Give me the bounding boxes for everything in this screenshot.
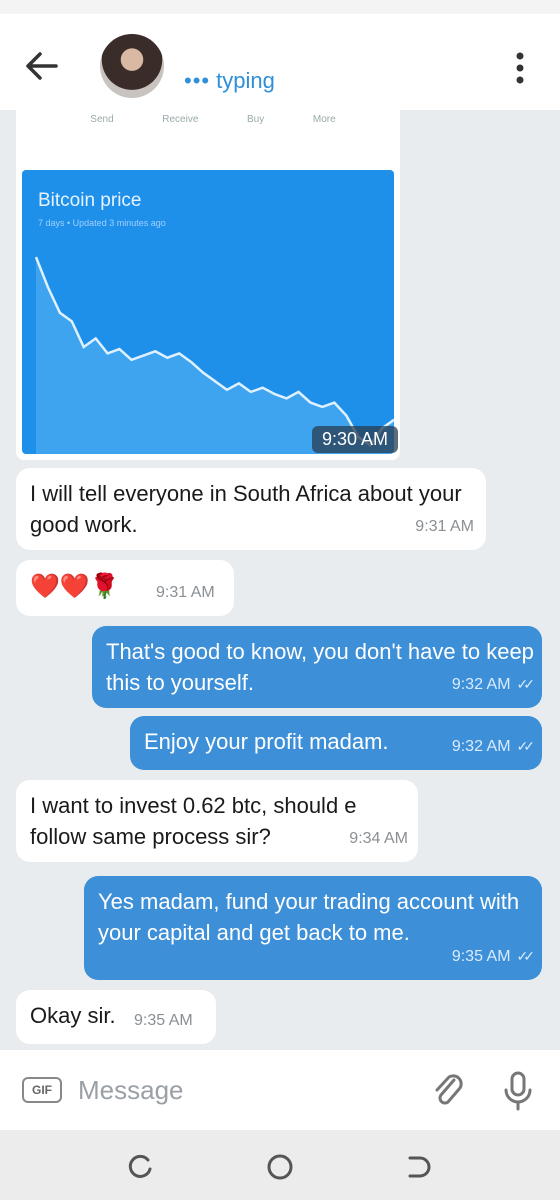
image-tab-send: Send xyxy=(90,114,114,125)
image-message[interactable]: Send Receive Buy More Bitcoin price 7 da… xyxy=(16,110,400,460)
message-time: 9:32 AM ✓✓ xyxy=(451,731,536,762)
message-time-label: 9:32 AM xyxy=(451,738,511,755)
image-tab-more: More xyxy=(312,114,336,125)
avatar[interactable] xyxy=(100,34,164,98)
message-outgoing[interactable]: That's good to know, you don't have to k… xyxy=(92,626,542,708)
paperclip-icon[interactable] xyxy=(430,1070,466,1110)
bitcoin-chart: Bitcoin price 7 days • Updated 3 minutes… xyxy=(22,170,394,454)
message-outgoing[interactable]: Enjoy your profit madam. 9:32 AM ✓✓ xyxy=(130,716,542,770)
back-arrow-icon[interactable] xyxy=(22,48,62,84)
gif-icon[interactable]: GIF xyxy=(22,1077,62,1103)
chat-header: ••• typing xyxy=(0,14,560,110)
message-time-label: 9:32 AM xyxy=(451,676,511,693)
read-ticks-icon: ✓✓ xyxy=(516,738,536,754)
message-text: Yes madam, fund your trading account wit… xyxy=(98,889,520,945)
message-incoming[interactable]: Okay sir. 9:35 AM xyxy=(16,990,216,1044)
message-time-label: 9:35 AM xyxy=(451,948,511,965)
back-nav-icon[interactable] xyxy=(404,1152,434,1182)
chart-subtitle: 7 days • Updated 3 minutes ago xyxy=(38,218,166,228)
image-tabs: Send Receive Buy More xyxy=(16,110,400,160)
image-tab-receive: Receive xyxy=(162,114,199,125)
message-incoming[interactable]: I will tell everyone in South Africa abo… xyxy=(16,468,486,550)
chart-svg xyxy=(34,256,394,454)
message-text: I will tell everyone in South Africa abo… xyxy=(30,481,462,537)
chart-area-fill xyxy=(36,257,394,454)
message-input[interactable] xyxy=(78,1068,398,1112)
image-tab-buy: Buy xyxy=(247,114,265,125)
message-time: 9:35 AM ✓✓ xyxy=(451,941,536,972)
status-bar xyxy=(0,0,560,14)
message-time: 9:35 AM xyxy=(134,1012,193,1029)
home-icon[interactable] xyxy=(265,1152,295,1182)
message-time: 9:34 AM xyxy=(349,830,408,847)
system-nav-bar xyxy=(0,1130,560,1200)
typing-dots: ••• xyxy=(184,68,211,93)
microphone-icon[interactable] xyxy=(500,1070,536,1112)
read-ticks-icon: ✓✓ xyxy=(516,948,536,964)
message-incoming[interactable]: I want to invest 0.62 btc, should e foll… xyxy=(16,780,418,862)
message-incoming[interactable]: ❤️❤️🌹 9:31 AM xyxy=(16,560,234,616)
message-input-bar: GIF xyxy=(0,1050,560,1130)
chat-area[interactable]: Send Receive Buy More Bitcoin price 7 da… xyxy=(0,110,560,1050)
recent-apps-icon[interactable] xyxy=(126,1152,156,1182)
more-options-icon[interactable] xyxy=(506,48,534,88)
image-message-time: 9:30 AM xyxy=(312,426,399,453)
chart-title: Bitcoin price xyxy=(38,190,142,211)
message-time: 9:32 AM ✓✓ xyxy=(451,669,536,700)
message-time: 9:31 AM xyxy=(415,518,474,535)
message-time: 9:31 AM xyxy=(156,584,215,601)
read-ticks-icon: ✓✓ xyxy=(516,676,536,692)
typing-label: typing xyxy=(216,68,275,93)
typing-status: ••• typing xyxy=(184,68,275,94)
message-outgoing[interactable]: Yes madam, fund your trading account wit… xyxy=(84,876,542,980)
